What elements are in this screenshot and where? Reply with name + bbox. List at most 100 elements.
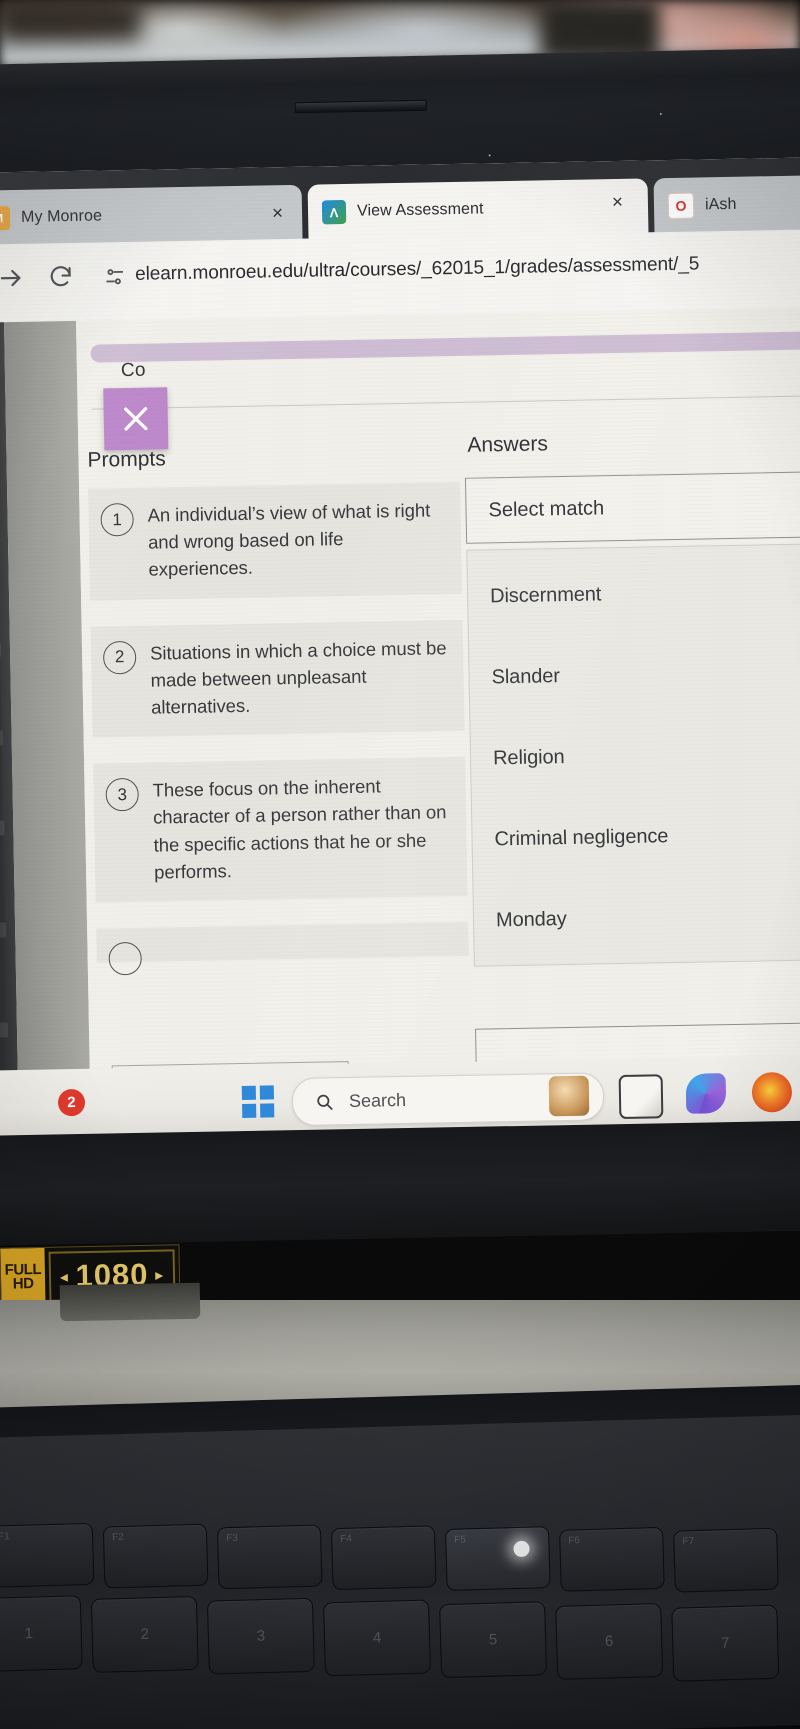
key-f3[interactable]: F3 [216, 1524, 323, 1590]
answers-column: Select match Discernment Slander Religio… [464, 471, 800, 967]
browser-tab-label: My Monroe [20, 207, 103, 226]
browser-chrome: M My Monroe × Λ View Assessment × O iAsh… [0, 157, 800, 323]
answer-option-criminal-negligence[interactable]: Criminal negligence [472, 793, 800, 881]
rail-icon[interactable] [0, 820, 5, 836]
key-1[interactable]: 1 [0, 1595, 83, 1673]
key-f6[interactable]: F6 [559, 1526, 665, 1592]
view-assessment-favicon-icon: Λ [321, 199, 347, 225]
arrow-left-icon: ◂ [60, 1267, 69, 1285]
key-6-label: 6 [604, 1632, 614, 1651]
dust-speck [488, 154, 491, 157]
full-hd-label: FULL HD [0, 1247, 46, 1307]
reload-icon[interactable] [47, 263, 75, 295]
webcam-privacy-slider [294, 99, 427, 114]
file-explorer-icon[interactable] [618, 1074, 664, 1120]
notification-badge: 2 [57, 1088, 86, 1117]
my-monroe-favicon-icon: M [0, 206, 11, 231]
arrow-right-icon[interactable] [0, 264, 26, 298]
answer-option-slander[interactable]: Slander [469, 631, 800, 719]
blackboard-assessment-page: Prompts Answers 1 An individual’s view o… [0, 307, 800, 1133]
close-tab-icon[interactable]: × [612, 192, 623, 213]
weather-icon[interactable] [548, 1075, 590, 1117]
prompt-text: Situations in which a choice must be mad… [149, 636, 447, 718]
answer-select-dropdown[interactable]: Select match [464, 471, 800, 544]
prompts-list: 1 An individual’s view of what is right … [88, 481, 469, 976]
search-icon [315, 1092, 334, 1111]
prompt-number-partial [108, 941, 142, 976]
prompt-number: 2 [102, 640, 137, 675]
key-5[interactable]: 5 [439, 1601, 548, 1679]
key-f4-label: F4 [340, 1533, 353, 1545]
prompts-heading: Prompts [87, 447, 166, 472]
firefox-icon[interactable] [751, 1071, 793, 1113]
key-f2[interactable]: F2 [102, 1523, 209, 1589]
rail-icon[interactable] [0, 1022, 9, 1038]
key-f3-label: F3 [226, 1532, 238, 1545]
browser-tab-label: iAsh [704, 195, 737, 214]
browser-tab-label: View Assessment [356, 200, 484, 220]
prompt-text: These focus on the inherent character of… [152, 775, 447, 883]
panel-divider [91, 395, 800, 410]
taskbar-notification-area[interactable]: 2 [4, 1083, 86, 1128]
key-f7[interactable]: F7 [673, 1527, 779, 1593]
dust-speck [659, 112, 662, 115]
key-f4[interactable]: F4 [330, 1525, 437, 1591]
laptop-bottom-bezel [0, 1119, 800, 1247]
answer-option-religion[interactable]: Religion [470, 712, 800, 800]
key-f5-label: F5 [454, 1534, 467, 1546]
answer-option-monday[interactable]: Monday [473, 874, 800, 962]
close-button[interactable] [103, 387, 169, 451]
rail-icon[interactable] [0, 730, 3, 746]
laptop-screen: M My Monroe × Λ View Assessment × O iAsh… [0, 157, 800, 1133]
browser-tab-iash[interactable]: O iAsh [653, 174, 800, 235]
key-7[interactable]: 7 [671, 1604, 780, 1682]
key-f5[interactable]: F5 [444, 1526, 551, 1591]
prompt-item-partial[interactable] [96, 921, 469, 976]
key-3[interactable]: 3 [206, 1597, 315, 1675]
key-f1-label: F1 [0, 1531, 10, 1543]
windows-logo-icon[interactable] [241, 1085, 275, 1118]
key-5-label: 5 [488, 1631, 498, 1649]
prompt-number: 1 [100, 502, 134, 537]
course-label: Co [120, 359, 146, 382]
browser-tab-view-assessment[interactable]: Λ View Assessment [307, 178, 649, 241]
laptop-hinge [59, 1282, 201, 1322]
key-2[interactable]: 2 [90, 1595, 199, 1673]
close-tab-icon[interactable]: × [272, 203, 283, 224]
key-3-label: 3 [256, 1627, 266, 1645]
prompt-item[interactable]: 3 These focus on the inherent character … [93, 756, 468, 903]
assessment-panel: Prompts Answers 1 An individual’s view o… [76, 307, 800, 1133]
browser-tab-my-monroe[interactable]: M My Monroe [0, 184, 303, 247]
rail-icon[interactable] [0, 922, 7, 938]
rail-icon[interactable] [0, 642, 2, 658]
key-4[interactable]: 4 [322, 1599, 432, 1677]
answers-heading: Answers [467, 432, 549, 457]
key-f2-label: F2 [111, 1531, 124, 1544]
laptop-photo: M My Monroe × Λ View Assessment × O iAsh… [0, 0, 800, 1729]
laptop-keyboard: F1 F2 F3 F4 F5 F6 F7 1 2 3 4 5 6 7 [0, 1384, 800, 1729]
key-4-label: 4 [372, 1629, 382, 1647]
close-icon [124, 407, 148, 431]
sticker-line-2: HD [12, 1275, 34, 1293]
search-placeholder: Search [348, 1089, 407, 1111]
address-bar-url[interactable]: elearn.monroeu.edu/ultra/courses/_62015_… [135, 253, 699, 285]
prompt-number: 3 [105, 777, 139, 812]
key-2-label: 2 [140, 1625, 150, 1644]
panel-header-bar [90, 331, 800, 363]
answer-options-menu: Discernment Slander Religion Criminal ne… [466, 543, 800, 967]
site-settings-icon[interactable] [102, 264, 128, 294]
key-f1[interactable]: F1 [0, 1522, 95, 1588]
arrow-right-icon: ▸ [155, 1266, 164, 1283]
key-7-label: 7 [720, 1634, 730, 1652]
key-1-label: 1 [24, 1625, 34, 1643]
answer-option-discernment[interactable]: Discernment [467, 550, 800, 638]
key-f6-label: F6 [568, 1535, 581, 1547]
key-6[interactable]: 6 [555, 1603, 664, 1680]
copilot-icon[interactable] [685, 1073, 727, 1114]
prompt-item[interactable]: 1 An individual’s view of what is right … [88, 481, 463, 601]
key-f7-label: F7 [682, 1536, 695, 1548]
iash-favicon-icon: O [667, 192, 695, 220]
background-shadow-left [0, 0, 140, 40]
prompt-text: An individual’s view of what is right an… [147, 499, 431, 581]
prompt-item[interactable]: 2 Situations in which a choice must be m… [90, 619, 465, 738]
